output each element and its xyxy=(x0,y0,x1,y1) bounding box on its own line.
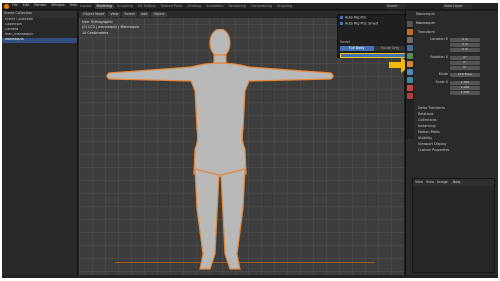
particles-tab-icon[interactable] xyxy=(407,77,413,83)
menu-file[interactable]: File xyxy=(12,3,18,7)
collections-section[interactable]: Collections xyxy=(418,118,437,122)
tab-sculpting[interactable]: Sculpting xyxy=(115,4,135,9)
tab-compositing[interactable]: Compositing xyxy=(249,4,274,9)
mode-dropdown[interactable]: Object Mode xyxy=(81,11,107,18)
auto-rig-popover: Auto Rig Pro Auto Rig Pro: Smart xyxy=(337,14,409,58)
rotation-label: Rotation X xyxy=(430,55,448,59)
transform-section[interactable]: Transform xyxy=(418,30,435,34)
view-menu[interactable]: View xyxy=(415,180,423,184)
tab-texture-paint[interactable]: Texture Paint xyxy=(159,4,185,9)
tab-layout[interactable]: Layout xyxy=(78,4,94,9)
smart-highlighted-button[interactable] xyxy=(340,53,407,58)
scene-selector[interactable]: Scene xyxy=(385,4,405,9)
location-z-field[interactable]: 0 m xyxy=(450,48,480,52)
mannequin-right-leg xyxy=(220,168,246,270)
rotation-mode-dropdown[interactable]: XYZ Euler xyxy=(450,73,480,77)
menu-help[interactable]: Help xyxy=(70,3,78,7)
image-menu[interactable]: Image xyxy=(437,180,448,184)
motion-paths-section[interactable]: Motion Paths xyxy=(418,130,440,134)
mode-label: Mode xyxy=(438,72,448,76)
status-bar xyxy=(2,275,498,278)
output-tab-icon[interactable] xyxy=(407,37,413,43)
physics-tab-icon[interactable] xyxy=(407,85,413,91)
tab-uv-editing[interactable]: UV Editing xyxy=(136,4,158,9)
popover-item-label: Auto Rig Pro xyxy=(345,15,366,20)
full-body-button[interactable]: Full Body xyxy=(340,46,374,51)
properties-tabs xyxy=(406,19,414,139)
outliner-header: Scene Collection xyxy=(2,11,77,18)
scene-tab-icon[interactable] xyxy=(407,45,413,51)
smart-section-label: Smart xyxy=(340,40,351,44)
outliner-row-selected[interactable]: Mannequin xyxy=(2,38,77,43)
view-menu-2[interactable]: View xyxy=(426,180,434,184)
view-name: User Orthographic xyxy=(82,20,114,24)
workspace-tabs: Layout Modeling Sculpting UV Editing Tex… xyxy=(78,4,295,10)
add-menu[interactable]: Add xyxy=(138,11,150,18)
smart-mode-toggle: Full Body Facial Only xyxy=(340,46,407,51)
material-tab-icon[interactable] xyxy=(407,93,413,99)
menu-window[interactable]: Window xyxy=(51,3,64,7)
main-menu: File Edit Render Window Help xyxy=(12,3,82,7)
select-menu[interactable]: Select xyxy=(122,11,137,18)
facial-only-button[interactable]: Facial Only xyxy=(373,46,407,51)
scale-label: Scale X xyxy=(435,80,448,84)
relations-section[interactable]: Relations xyxy=(418,112,434,116)
location-label: Location X xyxy=(430,37,448,41)
custom-properties-section[interactable]: Custom Properties xyxy=(418,148,449,152)
rotation-z-field[interactable]: 0° xyxy=(450,66,480,70)
tab-shading[interactable]: Shading xyxy=(185,4,203,9)
object-tab-icon[interactable] xyxy=(407,61,413,67)
image-editor-header: View View Image New xyxy=(413,179,494,186)
mannequin-head xyxy=(209,29,231,58)
instancing-section[interactable]: Instancing xyxy=(418,124,436,128)
menu-render[interactable]: Render xyxy=(34,3,46,7)
blender-window: File Edit Render Window Help Layout Mode… xyxy=(2,3,498,278)
popover-item[interactable]: Auto Rig Pro: Smart xyxy=(338,21,408,27)
scale-z-field[interactable]: 1.000 xyxy=(450,91,480,95)
render-tab-icon[interactable] xyxy=(407,29,413,35)
properties-header: Mannequin xyxy=(416,12,435,16)
new-image-button[interactable]: New xyxy=(450,180,463,185)
popover-item-label: Auto Rig Pro: Smart xyxy=(345,21,379,26)
menu-edit[interactable]: Edit xyxy=(23,3,30,7)
object-menu[interactable]: Object xyxy=(151,11,167,18)
tab-modeling[interactable]: Modeling xyxy=(94,4,114,10)
blender-logo-icon[interactable] xyxy=(4,3,9,9)
tool-tab-icon[interactable] xyxy=(407,21,413,27)
tab-scripting[interactable]: Scripting xyxy=(275,4,294,9)
object-name-field[interactable]: Mannequin xyxy=(416,21,435,25)
view-layer-selector[interactable]: View Layer xyxy=(442,4,472,9)
view-menu[interactable]: View xyxy=(108,11,121,18)
outliner-panel: Scene Collection Scene Collection Collec… xyxy=(2,11,78,275)
mannequin-figure[interactable] xyxy=(95,29,345,274)
image-editor-panel: View View Image New xyxy=(412,178,495,273)
checkbox-icon xyxy=(340,16,343,19)
tab-rendering[interactable]: Rendering xyxy=(226,4,247,9)
top-bar: File Edit Render Window Help Layout Mode… xyxy=(2,3,498,10)
world-tab-icon[interactable] xyxy=(407,53,413,59)
viewport-display-section[interactable]: Viewport Display xyxy=(418,142,447,146)
visibility-section[interactable]: Visibility xyxy=(418,136,432,140)
tab-animation[interactable]: Animation xyxy=(204,4,225,9)
mannequin-left-leg xyxy=(194,168,220,270)
delta-transform-section[interactable]: Delta Transform xyxy=(418,106,445,110)
modifier-tab-icon[interactable] xyxy=(407,69,413,75)
checkbox-icon xyxy=(340,22,343,25)
mannequin-torso-arms xyxy=(106,62,334,178)
